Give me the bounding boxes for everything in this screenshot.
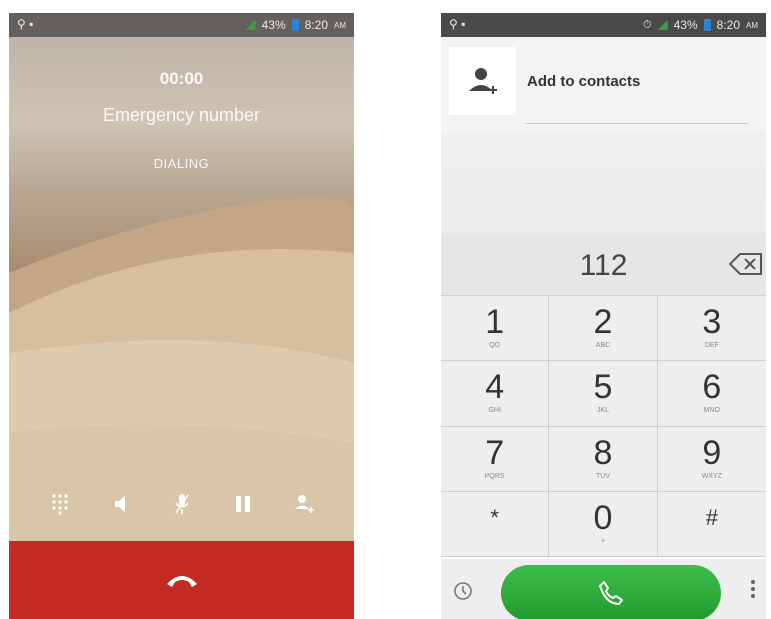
- key-1[interactable]: 1 QO: [441, 296, 550, 362]
- key-digit: 6: [702, 368, 722, 407]
- key-9[interactable]: 9 WXYZ: [657, 427, 766, 492]
- key-0[interactable]: 0 +: [549, 491, 658, 557]
- key-digit: 7: [485, 433, 505, 472]
- key-digit: 9: [702, 433, 722, 472]
- dialed-number[interactable]: 112: [441, 249, 766, 283]
- dialer-screen: ⚲ ▪ ⏱ 43% 8:20 AM Add to contacts 112 1Q…: [441, 13, 766, 619]
- status-bar: ⚲ ▪ ⏱ 43% 8:20 AM: [441, 13, 766, 37]
- end-call-button[interactable]: [9, 541, 354, 619]
- add-contact-icon: [468, 68, 497, 94]
- key-hash[interactable]: #: [657, 492, 766, 557]
- call-state: DIALING: [153, 156, 210, 171]
- battery-icon: [291, 19, 299, 31]
- key-2[interactable]: 2 ABC: [549, 296, 658, 362]
- signal-icon: [657, 20, 668, 30]
- incall-screen: ⚲ ▪ 43% 8:20 AM 00:00 Emergency number D…: [9, 13, 354, 619]
- call-controls: [9, 491, 354, 517]
- backspace-icon: [728, 253, 762, 275]
- key-letters: DEF: [704, 342, 719, 350]
- key-letters: ABC: [595, 342, 611, 350]
- alarm-icon: ⏱: [643, 18, 652, 31]
- battery-icon: [703, 19, 711, 31]
- key-digit: 5: [593, 368, 613, 407]
- status-time: 8:20: [304, 18, 328, 32]
- key-digit: 1: [485, 303, 505, 342]
- key-3[interactable]: 3 DEF: [657, 296, 766, 362]
- key-digit: 2: [593, 303, 613, 342]
- key-letters: GHI: [488, 407, 501, 415]
- key-digit: *: [490, 504, 499, 530]
- key-letters: PQRS: [484, 472, 505, 480]
- status-bar: ⚲ ▪ 43% 8:20 AM: [9, 13, 354, 37]
- key-8[interactable]: 8 TUV: [549, 426, 658, 492]
- key-letters: WXYZ: [701, 472, 722, 480]
- usb-icon: ⚲ ▪: [17, 17, 34, 31]
- add-contact-avatar: [449, 47, 516, 115]
- call-timer: 00:00: [159, 69, 204, 88]
- suggestions-area: [441, 132, 766, 233]
- key-letters: TUV: [595, 472, 610, 480]
- battery-percent: 43%: [261, 18, 286, 32]
- key-letters: JKL: [596, 407, 610, 415]
- key-4[interactable]: 4 GHI: [441, 361, 550, 427]
- key-digit: 3: [702, 303, 722, 342]
- divider: [525, 123, 748, 124]
- end-call-icon: [166, 576, 197, 587]
- status-ampm: AM: [746, 20, 758, 30]
- mute-icon[interactable]: [167, 491, 197, 517]
- key-5[interactable]: 5 JKL: [549, 361, 658, 427]
- overflow-menu-icon[interactable]: [750, 579, 756, 604]
- status-ampm: AM: [334, 20, 346, 30]
- dialpad: 1 QO 2 ABC 3 DEF 4 GHI 5 JKL 6 MNO 7 PQRS 8 TUV …: [441, 296, 766, 557]
- key-letters: MNO: [703, 407, 720, 415]
- key-letters: +: [600, 537, 606, 545]
- key-7[interactable]: 7 PQRS: [441, 426, 550, 492]
- call-history-icon[interactable]: [453, 581, 473, 606]
- add-to-contacts-label: Add to contacts: [527, 73, 641, 90]
- key-digit: #: [705, 504, 718, 530]
- key-digit: 8: [593, 433, 613, 472]
- signal-icon: [245, 20, 256, 30]
- key-letters: QO: [489, 342, 501, 350]
- dialpad-icon[interactable]: [45, 491, 75, 517]
- caller-name: Emergency number: [102, 105, 261, 125]
- usb-icon: ⚲ ▪: [449, 17, 466, 31]
- key-6[interactable]: 6 MNO: [657, 361, 766, 427]
- status-time: 8:20: [716, 18, 740, 32]
- hold-icon[interactable]: [228, 491, 258, 517]
- desert-wallpaper: [9, 196, 354, 543]
- key-digit: 0: [593, 498, 613, 537]
- dialer-actions: [441, 559, 766, 619]
- number-display: 112: [441, 233, 766, 296]
- speaker-icon[interactable]: [106, 491, 136, 517]
- phone-icon: [599, 581, 623, 605]
- add-call-icon[interactable]: [289, 491, 319, 517]
- key-digit: 4: [485, 368, 505, 407]
- backspace-button[interactable]: [728, 251, 764, 277]
- battery-percent: 43%: [673, 18, 698, 32]
- add-to-contacts-row[interactable]: Add to contacts: [441, 37, 766, 132]
- call-button[interactable]: [501, 565, 721, 619]
- key-star[interactable]: *: [441, 491, 550, 557]
